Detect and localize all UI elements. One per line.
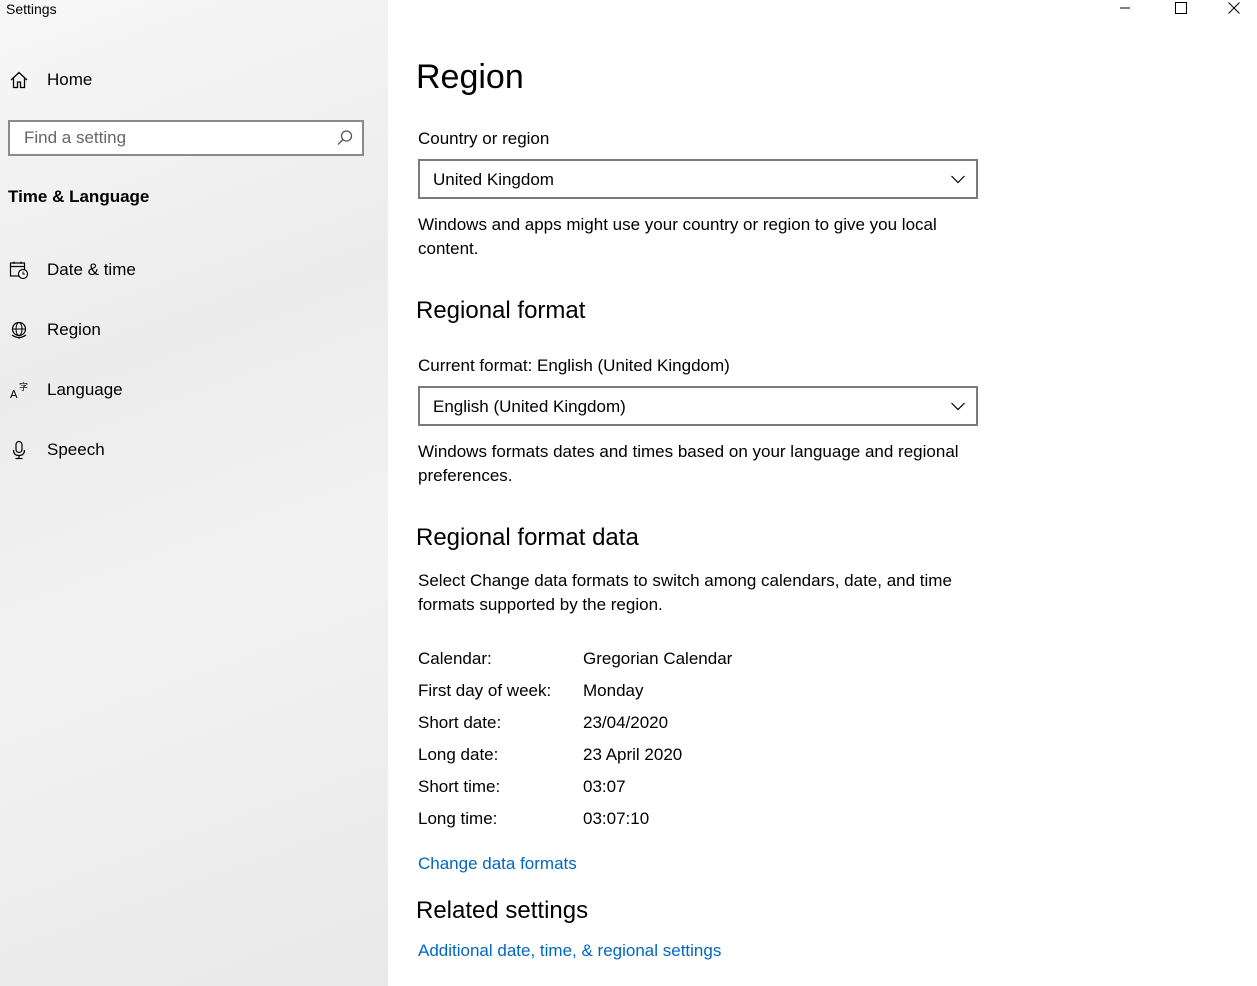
format-row-value: 23 April 2020 bbox=[583, 745, 683, 764]
format-row-calendar: Calendar: Gregorian Calendar bbox=[418, 649, 1018, 681]
format-row-first-day: First day of week: Monday bbox=[418, 681, 1018, 713]
language-icon: A字 bbox=[8, 379, 30, 401]
format-row-short-date: Short date: 23/04/2020 bbox=[418, 713, 1018, 745]
sidebar-item-label: Date & time bbox=[47, 260, 136, 279]
regional-format-heading: Regional format bbox=[416, 297, 586, 324]
format-row-key: Short time: bbox=[418, 777, 501, 796]
format-row-key: Short date: bbox=[418, 713, 502, 732]
globe-icon bbox=[8, 319, 30, 341]
sidebar-item-label: Language bbox=[47, 380, 123, 399]
sidebar-item-language[interactable]: A字 Language bbox=[0, 370, 388, 410]
home-icon bbox=[8, 69, 30, 91]
svg-text:A: A bbox=[10, 388, 18, 400]
app-title: Settings bbox=[6, 1, 57, 17]
format-row-long-date: Long date: 23 April 2020 bbox=[418, 745, 1018, 777]
sidebar-item-label: Speech bbox=[47, 440, 105, 459]
country-selected: United Kingdom bbox=[433, 170, 554, 189]
format-row-key: Calendar: bbox=[418, 649, 492, 668]
format-row-long-time: Long time: 03:07:10 bbox=[418, 809, 1018, 841]
related-settings-heading: Related settings bbox=[416, 897, 589, 924]
regional-format-dropdown[interactable]: English (United Kingdom) bbox=[418, 386, 978, 426]
calendar-clock-icon bbox=[8, 259, 30, 281]
nav-home[interactable]: Home bbox=[0, 60, 388, 100]
format-data-description: Select Change data formats to switch amo… bbox=[418, 571, 952, 614]
additional-regional-settings-link[interactable]: Additional date, time, & regional settin… bbox=[418, 941, 721, 961]
format-description: Windows formats dates and times based on… bbox=[418, 442, 959, 485]
format-row-key: First day of week: bbox=[418, 681, 552, 700]
chevron-down-icon bbox=[950, 398, 966, 414]
format-selected: English (United Kingdom) bbox=[433, 397, 626, 416]
format-row-short-time: Short time: 03:07 bbox=[418, 777, 1018, 809]
sidebar-item-speech[interactable]: Speech bbox=[0, 430, 388, 470]
main-content: Region Country or region United Kingdom … bbox=[388, 0, 1257, 986]
svg-text:字: 字 bbox=[19, 381, 28, 393]
sidebar-item-region[interactable]: Region bbox=[0, 310, 388, 350]
country-description: Windows and apps might use your country … bbox=[418, 215, 937, 258]
page-title: Region bbox=[416, 58, 524, 96]
format-row-value: 03:07 bbox=[583, 777, 626, 796]
chevron-down-icon bbox=[950, 171, 966, 187]
format-row-key: Long time: bbox=[418, 809, 498, 828]
sidebar-item-date-time[interactable]: Date & time bbox=[0, 250, 388, 290]
format-row-value: Monday bbox=[583, 681, 644, 700]
search-box[interactable] bbox=[8, 120, 364, 156]
sidebar-item-label: Region bbox=[47, 320, 101, 339]
country-dropdown[interactable]: United Kingdom bbox=[418, 159, 978, 199]
format-row-value: Gregorian Calendar bbox=[583, 649, 733, 668]
search-icon[interactable] bbox=[336, 129, 354, 147]
format-row-value: 03:07:10 bbox=[583, 809, 650, 828]
current-format-label: Current format: English (United Kingdom) bbox=[418, 356, 730, 375]
format-row-key: Long date: bbox=[418, 745, 499, 764]
sidebar: Settings Home Time & Language Date & tim… bbox=[0, 0, 388, 986]
section-heading: Time & Language bbox=[8, 187, 150, 206]
change-data-formats-link[interactable]: Change data formats bbox=[418, 854, 577, 874]
format-data-heading: Regional format data bbox=[416, 524, 639, 551]
format-row-value: 23/04/2020 bbox=[583, 713, 669, 732]
search-input[interactable] bbox=[10, 122, 324, 154]
nav-home-label: Home bbox=[47, 70, 93, 89]
microphone-icon bbox=[8, 439, 30, 461]
country-label: Country or region bbox=[418, 129, 550, 148]
